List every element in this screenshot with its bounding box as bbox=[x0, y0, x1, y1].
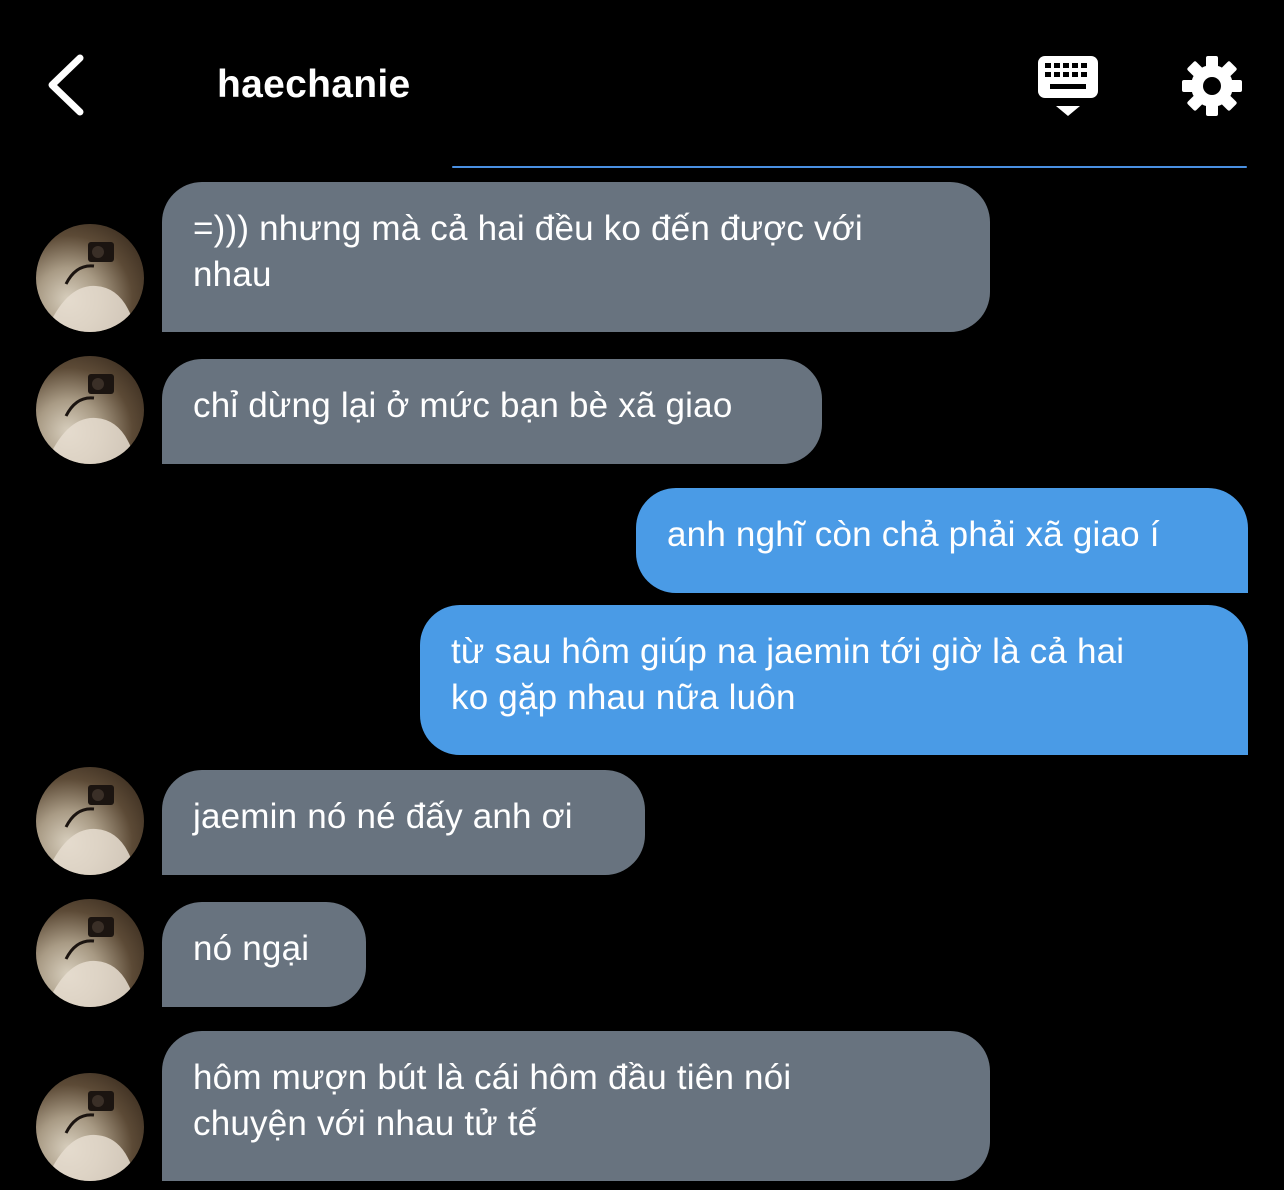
message-line: nhau bbox=[193, 255, 272, 294]
message-bubble-incoming[interactable]: chỉ dừng lại ở mức bạn bè xã giao bbox=[162, 359, 822, 464]
avatar[interactable] bbox=[36, 899, 144, 1007]
settings-button[interactable] bbox=[1180, 54, 1244, 118]
message-line: =))) nhưng mà cả hai đều ko đến được với bbox=[193, 209, 863, 248]
message-bubble-outgoing[interactable]: từ sau hôm giúp na jaemin tới giờ là cả … bbox=[420, 605, 1248, 755]
message-bubble-incoming[interactable]: =))) nhưng mà cả hai đều ko đến được với… bbox=[162, 182, 990, 332]
message-line: ko gặp nhau nữa luôn bbox=[451, 678, 796, 717]
message-line: nó ngại bbox=[193, 929, 310, 968]
keyboard-toggle-button[interactable] bbox=[1034, 52, 1102, 120]
message-line: chỉ dừng lại ở mức bạn bè xã giao bbox=[193, 386, 733, 425]
message-bubble-incoming[interactable]: nó ngại bbox=[162, 902, 366, 1007]
avatar[interactable] bbox=[36, 1073, 144, 1181]
avatar[interactable] bbox=[36, 767, 144, 875]
chat-header: haechanie bbox=[0, 0, 1284, 170]
message-line: từ sau hôm giúp na jaemin tới giờ là cả … bbox=[451, 632, 1125, 671]
message-line: jaemin nó né đấy anh ơi bbox=[193, 797, 573, 836]
avatar[interactable] bbox=[36, 224, 144, 332]
message-line: hôm mượn bút là cái hôm đầu tiên nói bbox=[193, 1058, 792, 1097]
message-line: anh nghĩ còn chả phải xã giao í bbox=[667, 515, 1160, 554]
gear-icon bbox=[1182, 56, 1242, 116]
message-divider-line bbox=[452, 166, 1247, 168]
message-line: chuyện với nhau tử tế bbox=[193, 1104, 538, 1143]
keyboard-icon bbox=[1038, 56, 1098, 116]
message-bubble-incoming[interactable]: hôm mượn bút là cái hôm đầu tiên nói chu… bbox=[162, 1031, 990, 1181]
chat-title[interactable]: haechanie bbox=[217, 62, 410, 108]
back-button[interactable] bbox=[40, 50, 90, 120]
message-bubble-outgoing[interactable]: anh nghĩ còn chả phải xã giao í bbox=[636, 488, 1248, 593]
avatar[interactable] bbox=[36, 356, 144, 464]
message-bubble-incoming[interactable]: jaemin nó né đấy anh ơi bbox=[162, 770, 645, 875]
chevron-left-icon bbox=[48, 54, 84, 116]
